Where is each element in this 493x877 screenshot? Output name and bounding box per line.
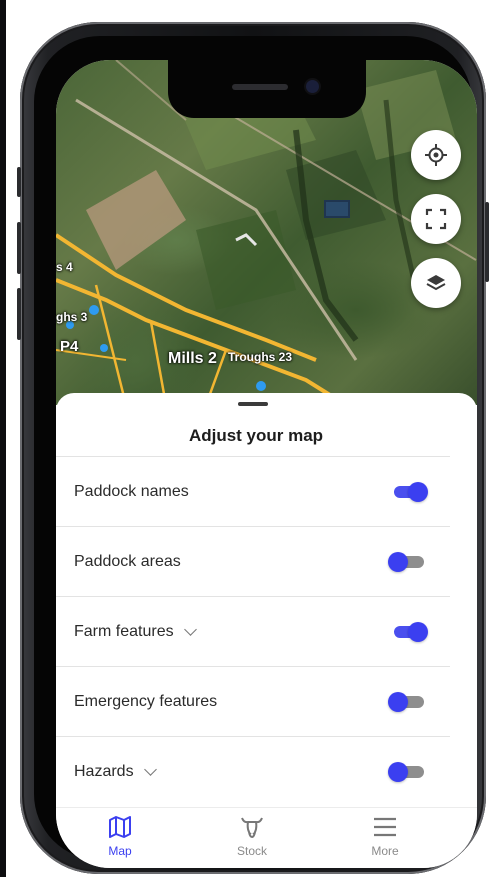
sheet-title: Adjust your map (188, 426, 324, 445)
fullscreen-icon (425, 208, 447, 230)
left-edge-bar (0, 0, 6, 877)
tab-stock[interactable]: Stock (212, 814, 292, 858)
phone-screen: s 4 ghs 3 P4 Mills 2 Troughs 23 Adjust y… (56, 60, 477, 868)
layers-icon (426, 275, 446, 291)
hazards-expander[interactable]: Hazards (74, 737, 157, 807)
speaker-grille (232, 84, 288, 90)
sheet-drag-handle[interactable] (238, 402, 268, 406)
map-label-troughs-23: Troughs 23 (228, 350, 293, 364)
farm-features-toggle[interactable] (388, 622, 428, 642)
paddock-names-toggle[interactable] (388, 482, 428, 502)
row-label: Paddock areas (74, 553, 181, 570)
map-label-mills-2: Mills 2 (168, 350, 217, 367)
tab-map[interactable]: Map (80, 814, 160, 858)
crosshair-icon (425, 144, 447, 166)
emergency-features-toggle[interactable] (388, 692, 428, 712)
row-hazards: Hazards (56, 736, 450, 806)
chevron-down-icon (143, 762, 157, 776)
cow-icon (241, 817, 263, 838)
row-paddock-names: Paddock names (56, 456, 450, 526)
power-button (485, 202, 489, 282)
bottom-tab-bar: Map Stock More (56, 807, 477, 868)
notch (168, 60, 366, 118)
volume-down-button (17, 288, 21, 340)
menu-icon (374, 817, 396, 837)
map-icon (109, 816, 131, 838)
tab-more[interactable]: More (345, 814, 425, 858)
locate-button[interactable] (411, 130, 461, 180)
map-label-p4: P4 (60, 338, 79, 355)
phone-frame: s 4 ghs 3 P4 Mills 2 Troughs 23 Adjust y… (17, 22, 489, 874)
silent-switch (17, 167, 21, 197)
volume-up-button (17, 222, 21, 274)
row-label: Emergency features (74, 693, 218, 710)
chevron-down-icon (183, 622, 197, 636)
row-farm-features: Farm features (56, 596, 450, 666)
farm-features-expander[interactable]: Farm features (74, 597, 197, 667)
row-label: Paddock names (74, 483, 189, 500)
front-camera (306, 80, 319, 93)
paddock-areas-toggle[interactable] (388, 552, 428, 572)
map-label-troughs-3: ghs 3 (56, 310, 88, 324)
fullscreen-button[interactable] (411, 194, 461, 244)
hazards-toggle[interactable] (388, 762, 428, 782)
map-label-s4: s 4 (56, 260, 73, 274)
row-paddock-areas: Paddock areas (56, 526, 450, 596)
layers-button[interactable] (411, 258, 461, 308)
stage: s 4 ghs 3 P4 Mills 2 Troughs 23 Adjust y… (0, 0, 493, 877)
adjust-map-sheet: Adjust your map Paddock names Paddock ar… (56, 393, 477, 807)
row-emergency-features: Emergency features (56, 666, 450, 736)
